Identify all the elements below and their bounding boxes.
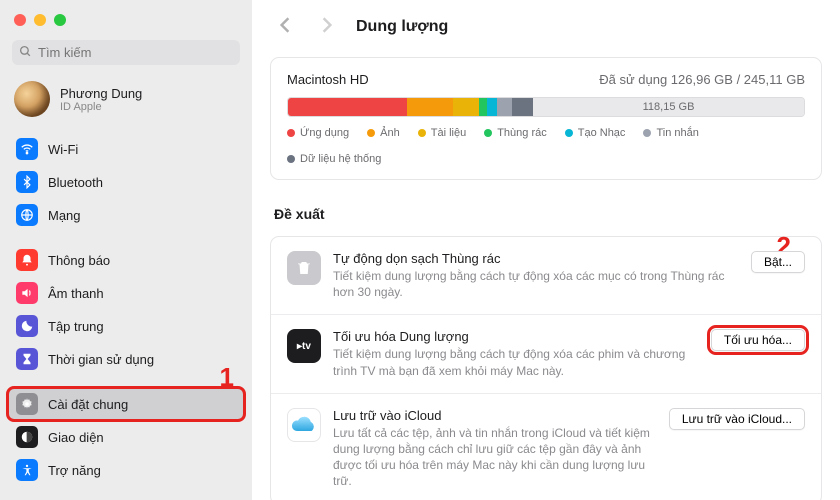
legend-item: Ảnh [367,127,400,139]
storage-free: 118,15 GB [533,98,804,116]
sidebar-item-globe[interactable]: Mạng [8,199,244,231]
sidebar-item-hourglass[interactable]: Thời gian sử dụng [8,343,244,375]
disk-card: Macintosh HD Đã sử dụng 126,96 GB / 245,… [270,57,822,180]
tv-icon: ▸tv [287,329,321,363]
wifi-icon [16,138,38,160]
window-controls [0,0,252,34]
sidebar-item-speaker[interactable]: Âm thanh [8,277,244,309]
minimize-icon[interactable] [34,14,46,26]
recommendation-row: Tự động dọn sạch Thùng rác Tiết kiệm dung… [271,237,821,315]
recommendation-action-button[interactable]: Tối ưu hóa... [711,329,805,351]
storage-bar[interactable]: 118,15 GB [287,97,805,117]
page-title: Dung lượng [356,18,448,36]
recommendation-title: Tối ưu hóa Dung lượng [333,329,699,344]
recommendation-action-button[interactable]: Lưu trữ vào iCloud... [669,408,805,430]
fullscreen-icon[interactable] [54,14,66,26]
appearance-icon [16,426,38,448]
forward-button [314,14,340,39]
trash-icon [287,251,321,285]
legend-item: Ứng dụng [287,127,349,139]
back-button[interactable] [272,14,298,39]
close-icon[interactable] [14,14,26,26]
sidebar-item-gear[interactable]: Cài đặt chung1 [8,388,244,420]
recommendation-title: Lưu trữ vào iCloud [333,408,657,423]
account-sub: ID Apple [60,101,142,113]
sidebar-item-label: Bluetooth [48,175,103,190]
search-icon [19,45,32,61]
moon-icon [16,315,38,337]
sidebar-item-label: Mạng [48,208,81,223]
legend-item: Tin nhắn [643,127,698,139]
recommendation-row: ▸tv Tối ưu hóa Dung lượng Tiết kiệm dung l… [271,315,821,393]
recommendation-row: Lưu trữ vào iCloud Lưu tất cả các tệp, ản… [271,394,821,500]
sidebar-item-label: Cài đặt chung [48,397,128,412]
legend-item: Dữ liệu hệ thống [287,153,381,165]
storage-segment [487,98,497,116]
sidebar-item-label: Giao diện [48,430,104,445]
sidebar-item-label: Wi-Fi [48,142,78,157]
avatar [14,81,50,117]
recommendation-title: Tự động dọn sạch Thùng rác [333,251,739,266]
recommendations-title: Đề xuất [274,206,818,222]
storage-segment [479,98,487,116]
legend-dot-icon [643,129,651,137]
search-field[interactable] [12,40,240,65]
account-name: Phương Dung [60,86,142,101]
legend-item: Tài liệu [418,127,466,139]
legend-item: Thùng rác [484,127,547,139]
storage-legend: Ứng dụng Ảnh Tài liệu Thùng rác Tạo Nhạc Tin … [287,127,805,165]
cloud-icon [287,408,321,442]
sidebar-item-label: Âm thanh [48,286,104,301]
storage-segment [512,98,533,116]
recommendations-card: 2 Tự động dọn sạch Thùng rácTiết kiệm du… [270,236,822,500]
sidebar-item-label: Thông báo [48,253,110,268]
disk-name: Macintosh HD [287,72,369,87]
recommendation-desc: Tiết kiệm dung lượng bằng cách tự động x… [333,346,699,378]
storage-segment [407,98,453,116]
legend-dot-icon [565,129,573,137]
legend-dot-icon [367,129,375,137]
sidebar-item-label: Tập trung [48,319,104,334]
sidebar-item-accessibility[interactable]: Trợ năng [8,454,244,486]
sidebar-item-bluetooth[interactable]: Bluetooth [8,166,244,198]
globe-icon [16,204,38,226]
sidebar-item-appearance[interactable]: Giao diện [8,421,244,453]
account-row[interactable]: Phương Dung ID Apple [0,75,252,131]
storage-segment [497,98,512,116]
speaker-icon [16,282,38,304]
storage-segment [288,98,407,116]
accessibility-icon [16,459,38,481]
recommendation-desc: Tiết kiệm dung lượng bằng cách tự động x… [333,268,739,300]
sidebar-item-bell[interactable]: Thông báo [8,244,244,276]
sidebar-item-label: Trợ năng [48,463,101,478]
hourglass-icon [16,348,38,370]
gear-icon [16,393,38,415]
bell-icon [16,249,38,271]
legend-dot-icon [484,129,492,137]
legend-dot-icon [287,129,295,137]
search-input[interactable] [12,40,240,65]
storage-segment [453,98,479,116]
legend-item: Tạo Nhạc [565,127,626,139]
legend-dot-icon [287,155,295,163]
sidebar-item-label: Thời gian sử dụng [48,352,154,367]
recommendation-action-button[interactable]: Bật... [751,251,805,273]
legend-dot-icon [418,129,426,137]
sidebar-item-moon[interactable]: Tập trung [8,310,244,342]
disk-usage: Đã sử dụng 126,96 GB / 245,11 GB [599,72,805,87]
sidebar-nav: Wi-Fi Bluetooth Mạng Thông báo Âm thanh Tập t… [0,131,252,500]
bluetooth-icon [16,171,38,193]
sidebar-item-wifi[interactable]: Wi-Fi [8,133,244,165]
recommendation-desc: Lưu tất cả các tệp, ảnh và tin nhắn tron… [333,425,657,490]
